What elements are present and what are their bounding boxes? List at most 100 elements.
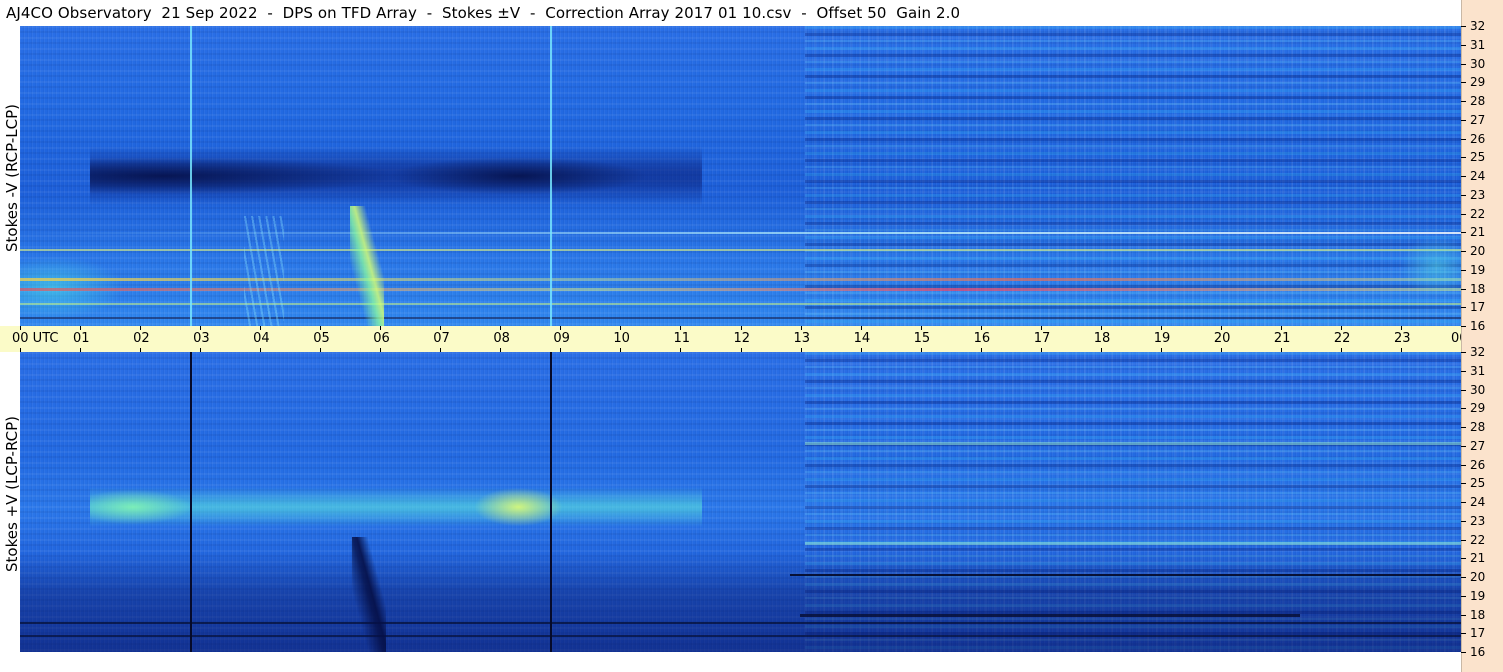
y-tick-label: 17 [1470,626,1486,641]
y-tick-mark [1461,483,1466,485]
y-tick-label: 30 [1470,382,1486,397]
x-tick-mark [440,326,442,330]
y-tick-label: 29 [1470,401,1486,416]
x-tick-mark [260,348,262,352]
x-tick-mark [200,326,202,330]
x-tick-label: 22 [1333,331,1351,346]
x-tick-mark [680,348,682,352]
x-tick-mark [1220,326,1222,330]
y-tick-label: 27 [1470,112,1486,127]
x-tick-mark [1160,326,1162,330]
x-tick-mark [980,348,982,352]
x-tick-mark [500,326,502,330]
bottom-burst-06 [352,537,386,652]
y-tick-label: 22 [1470,532,1486,547]
x-tick-mark [200,348,202,352]
x-tick-mark [1220,348,1222,352]
x-tick-mark [860,326,862,330]
x-tick-mark [1400,326,1402,330]
x-tick-label: 18 [1093,331,1111,346]
x-tick-mark [560,348,562,352]
x-tick-mark [1400,348,1402,352]
y-tick-mark [1461,326,1466,327]
y-tick-mark [1461,82,1466,84]
x-tick-mark [1280,326,1282,330]
top-burst-04 [244,216,284,326]
y-tick-mark [1461,539,1466,541]
y-tick-label: 25 [1470,476,1486,491]
x-tick-mark [1340,326,1342,330]
x-tick-label: 21 [1273,331,1291,346]
y-tick-mark [1461,520,1466,522]
bottom-y-axis-label: Stokes +V (LCP-RCP) [3,416,21,572]
y-tick-mark [1461,577,1466,578]
y-tick-label: 18 [1470,607,1486,622]
y-tick-mark [1461,614,1466,616]
y-tick-label: 28 [1470,94,1486,108]
y-tick-mark [1461,288,1466,290]
x-tick-label: 20 [1213,331,1231,346]
y-tick-label: 26 [1470,131,1486,146]
x-tick-mark [140,348,142,352]
x-tick-label: 01 [73,331,90,346]
y-tick-label: 32 [1470,19,1486,33]
rfi-line [20,303,1461,305]
x-tick-mark [1100,348,1102,352]
x-tick-label: 05 [313,331,330,346]
y-tick-mark [1461,352,1466,353]
x-tick-label: 19 [1153,331,1171,346]
top-spectrogram [20,26,1461,326]
y-tick-mark [1461,464,1466,466]
y-tick-mark [1461,633,1466,635]
rfi-line [20,278,1461,281]
y-tick-label: 19 [1470,262,1486,277]
y-tick-label: 16 [1470,645,1486,659]
y-tick-label: 16 [1470,319,1486,333]
x-tick-mark [1160,348,1162,352]
x-tick-label: 14 [853,331,871,346]
rfi-line [20,232,1461,234]
y-tick-mark [1461,44,1466,46]
x-tick-mark [1100,326,1102,330]
rfi-line [20,249,1461,251]
x-tick-mark [320,326,322,330]
bottom-low-frequency-dark [20,552,1461,652]
y-tick-label: 31 [1470,37,1486,52]
bottom-bright-band [90,487,702,527]
x-tick-label: 16 [973,331,991,346]
x-tick-mark [80,326,82,330]
rfi-line [805,542,1461,545]
x-tick-mark [320,348,322,352]
y-tick-mark [1461,408,1466,410]
x-tick-mark [740,348,742,352]
y-tick-label: 21 [1470,225,1486,240]
x-tick-mark [620,348,622,352]
x-tick-mark [920,348,922,352]
y-tick-mark [1461,101,1466,102]
top-right-edge-glow [1380,226,1461,306]
x-axis-strip: 00 UTC 01 02 03 04 05 06 07 08 09 10 11 12 13 14 15 16 17… [0,326,1500,352]
rfi-line [790,574,1461,576]
x-tick-label: 23 [1393,331,1411,346]
y-tick-label: 27 [1470,438,1486,453]
top-marker-line [190,26,192,326]
y-tick-label: 23 [1470,513,1486,528]
y-tick-label: 19 [1470,588,1486,603]
rfi-line [800,614,1300,617]
top-low-frequency-noise [20,241,180,326]
x-tick-mark [440,348,442,352]
x-tick-label: 10 [613,331,630,346]
x-tick-mark [920,326,922,330]
x-tick-mark [80,348,82,352]
top-y-axis-label: Stokes -V (RCP-LCP) [3,104,21,252]
bottom-spectrogram [20,352,1461,652]
y-tick-mark [1461,63,1466,65]
y-tick-mark [1461,502,1466,503]
x-tick-mark [620,326,622,330]
y-tick-mark [1461,269,1466,271]
y-tick-label: 25 [1470,150,1486,165]
y-tick-label: 28 [1470,420,1486,434]
y-tick-mark [1461,119,1466,121]
x-tick-label: 11 [673,331,690,346]
y-tick-mark [1461,307,1466,309]
